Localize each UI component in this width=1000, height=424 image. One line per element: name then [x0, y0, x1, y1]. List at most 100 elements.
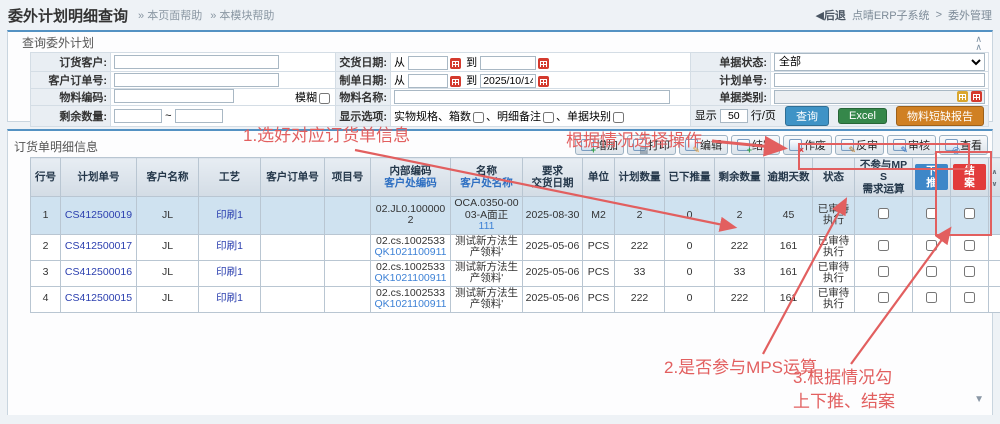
mps-checkbox[interactable] [878, 292, 889, 303]
collapse-panel-icon[interactable]: ∧∧ [975, 35, 982, 51]
cell-plan-no: CS412500017 [61, 234, 137, 260]
material-name-label: 物料名称: [336, 89, 391, 106]
cell-line-no: 3 [31, 260, 61, 286]
process-link[interactable]: 印刷1 [216, 240, 243, 252]
close-checkbox[interactable] [964, 240, 975, 251]
code-sub-link[interactable]: QK1021100911 [373, 299, 448, 311]
fuzzy-checkbox[interactable] [319, 93, 330, 104]
approve-button[interactable]: ✎审核 [887, 135, 936, 155]
cell-code: 02.cs.1002533QK1021100911 [371, 260, 451, 286]
display-option-checkbox[interactable] [473, 112, 484, 123]
excel-button[interactable]: Excel [838, 108, 887, 124]
show-label: 显示 [695, 110, 717, 122]
column-header-mps: 不参与MPS需求运算 [855, 158, 913, 197]
material-shortage-report-button[interactable]: 物料短缺报告 [896, 106, 984, 126]
cell-pushed-qty: 0 [665, 260, 715, 286]
remain-qty-max-input[interactable] [175, 109, 223, 123]
print-button[interactable]: ▤打印 [627, 135, 676, 155]
table-row[interactable]: 4CS412500015JL印刷102.cs.1002533QK10211009… [31, 286, 1000, 312]
doc-type-input[interactable] [774, 90, 985, 104]
name-main: 测试新方法生产领料' [453, 236, 520, 259]
void-button[interactable]: ×作废 [783, 135, 832, 155]
nav-separator: > [936, 9, 942, 21]
doc-status-select[interactable]: 全部 [774, 53, 985, 71]
process-link[interactable]: 印刷1 [216, 292, 243, 304]
calendar-icon[interactable] [450, 58, 461, 69]
close-case-icon: + [737, 139, 750, 151]
cell-line-no: 4 [31, 286, 61, 312]
column-header-gutter: ∧∨ [989, 158, 1000, 197]
make-date-from-input[interactable] [408, 74, 448, 88]
mps-checkbox[interactable] [878, 208, 889, 219]
cell-close [951, 260, 989, 286]
fuzzy-label: 模糊 [295, 92, 317, 104]
table-row[interactable]: 2CS412500017JL印刷102.cs.1002533QK10211009… [31, 234, 1000, 260]
code-sub-link[interactable]: QK1021100911 [373, 273, 448, 285]
remain-qty-min-input[interactable] [114, 109, 162, 123]
cell-status: 已审待执行 [813, 286, 855, 312]
close-checkbox[interactable] [964, 208, 975, 219]
push-checkbox[interactable] [926, 292, 937, 303]
cell-cust-order [261, 197, 325, 235]
push-checkbox[interactable] [926, 266, 937, 277]
mps-checkbox[interactable] [878, 240, 889, 251]
rows-per-page-input[interactable] [720, 109, 748, 123]
push-checkbox[interactable] [926, 208, 937, 219]
column-collapse-icon[interactable]: ∧∨ [992, 169, 998, 188]
clear-icon[interactable] [971, 91, 982, 102]
page-help-link[interactable]: » 本页面帮助 [138, 7, 202, 23]
display-option-checkbox[interactable] [543, 112, 554, 123]
code-sub-link[interactable]: QK1021100911 [373, 247, 448, 259]
mps-checkbox[interactable] [878, 266, 889, 277]
cell-name: 测试新方法生产领料' [451, 234, 523, 260]
fuzzy-option: 模糊 [295, 89, 332, 105]
table-row[interactable]: 3CS412500016JL印刷102.cs.1002533QK10211009… [31, 260, 1000, 286]
unapprove-button[interactable]: ✎反审 [835, 135, 884, 155]
close-checkbox[interactable] [964, 266, 975, 277]
add-button[interactable]: +增加 [575, 135, 624, 155]
close-all-button[interactable]: 结案 [953, 164, 986, 190]
display-option-checkbox[interactable] [613, 112, 624, 123]
calendar-icon[interactable] [450, 76, 461, 87]
lookup-icon[interactable] [957, 91, 968, 102]
toolbar-button-label: 作废 [804, 137, 826, 153]
customer-order-no-input[interactable] [114, 73, 279, 87]
push-checkbox[interactable] [926, 240, 937, 251]
view-icon: ◎ [945, 139, 958, 151]
edit-button[interactable]: ✎编辑 [679, 135, 728, 155]
cell-project [325, 234, 371, 260]
module-help-link[interactable]: » 本模块帮助 [210, 7, 274, 23]
top-bar: 委外计划明细查询 » 本页面帮助 » 本模块帮助 ◀后退 点晴ERP子系统 > … [0, 0, 1000, 30]
material-name-input[interactable] [394, 90, 670, 104]
module-link[interactable]: 委外管理 [948, 7, 992, 23]
name-sub-link[interactable]: 111 [453, 221, 520, 233]
close-case-button[interactable]: +结案 [731, 135, 780, 155]
toolbar-button-label: 编辑 [700, 137, 722, 153]
name-main: 测试新方法生产领料' [453, 262, 520, 285]
cell-gutter [989, 260, 1000, 286]
detail-panel-header: 订货单明细信息 +增加▤打印✎编辑+结案×作废✎反审✎审核◎查看 [8, 131, 992, 157]
plan-no-link[interactable]: CS412500019 [65, 209, 132, 221]
table-row[interactable]: 1CS412500019JL印刷102.JL0.1000002OCA.0350-… [31, 197, 1000, 235]
plan-no-link[interactable]: CS412500015 [65, 292, 132, 304]
process-link[interactable]: 印刷1 [216, 266, 243, 278]
process-link[interactable]: 印刷1 [216, 209, 243, 221]
calendar-icon[interactable] [538, 58, 549, 69]
display-options-label: 显示选项: [336, 106, 391, 127]
calendar-icon[interactable] [538, 76, 549, 87]
push-all-button[interactable]: 下推 [915, 164, 948, 190]
query-button[interactable]: 查询 [785, 106, 829, 126]
view-button[interactable]: ◎查看 [939, 135, 988, 155]
plan-no-link[interactable]: CS412500017 [65, 240, 132, 252]
back-link[interactable]: ◀后退 [815, 7, 845, 23]
plan-no-input[interactable] [774, 73, 985, 87]
close-checkbox[interactable] [964, 292, 975, 303]
material-code-input[interactable] [114, 89, 234, 103]
system-link[interactable]: 点晴ERP子系统 [852, 7, 930, 23]
make-date-to-input[interactable] [480, 74, 536, 88]
order-customer-input[interactable] [114, 55, 279, 69]
delivery-date-to-input[interactable] [480, 56, 536, 70]
plan-no-link[interactable]: CS412500016 [65, 266, 132, 278]
scroll-down-icon[interactable]: ▼ [974, 394, 984, 405]
delivery-date-from-input[interactable] [408, 56, 448, 70]
